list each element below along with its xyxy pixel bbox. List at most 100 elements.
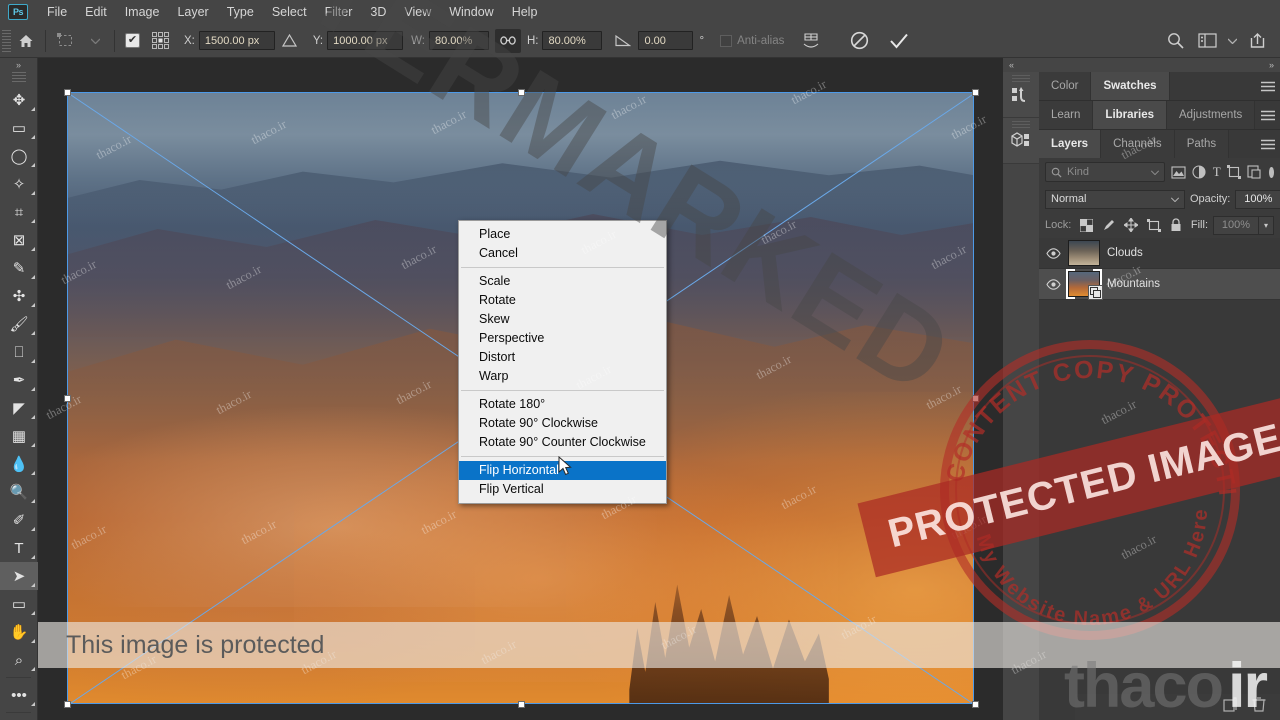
commit-transform-icon[interactable] — [884, 28, 914, 54]
context-menu-item-flip-vertical[interactable]: Flip Vertical — [459, 480, 666, 499]
collapse-to-icons-icon[interactable]: « — [1009, 60, 1014, 70]
zoom-tool[interactable]: ⌕ — [0, 646, 38, 674]
edit-toolbar-tool[interactable]: ••• — [0, 681, 38, 709]
lasso-tool[interactable]: ◯ — [0, 142, 38, 170]
cancel-transform-icon[interactable] — [844, 28, 874, 54]
blend-mode-select[interactable]: Normal — [1045, 189, 1185, 209]
smart-object-filter-icon[interactable] — [1247, 162, 1261, 182]
reference-point-grid-icon[interactable] — [146, 28, 176, 54]
toolbar-grip[interactable] — [11, 72, 26, 84]
layer-filter-kind-select[interactable]: Kind — [1045, 162, 1165, 182]
clone-stamp-tool[interactable]: ⎕ — [0, 338, 38, 366]
panel-grip[interactable] — [1012, 121, 1030, 128]
warp-toggle-icon[interactable] — [796, 28, 826, 54]
crop-tool[interactable]: ⌗ — [0, 198, 38, 226]
pixel-layer-filter-icon[interactable] — [1171, 162, 1186, 182]
shape-layer-filter-icon[interactable] — [1227, 162, 1242, 182]
menu-item-view[interactable]: View — [395, 2, 440, 22]
menu-item-help[interactable]: Help — [503, 2, 547, 22]
expand-panels-icon[interactable]: » — [1269, 60, 1274, 70]
brush-tool[interactable]: 🖌 — [0, 310, 38, 338]
filter-enable-toggle[interactable] — [1269, 166, 1274, 178]
layer-row[interactable]: Clouds — [1039, 238, 1280, 269]
frame-tool[interactable]: ⊠ — [0, 226, 38, 254]
pen-tool[interactable]: ✐ — [0, 506, 38, 534]
search-icon[interactable] — [1160, 28, 1190, 54]
h-input[interactable]: 80.00% — [542, 31, 603, 50]
relative-position-icon[interactable] — [275, 28, 305, 54]
path-selection-tool[interactable]: ➤ — [0, 562, 38, 590]
y-input[interactable]: 1000.00 px — [327, 31, 404, 50]
context-menu-item-rotate-90-clockwise[interactable]: Rotate 90° Clockwise — [459, 414, 666, 433]
menu-item-layer[interactable]: Layer — [168, 2, 217, 22]
tab-swatches[interactable]: Swatches — [1091, 72, 1170, 100]
context-menu-item-cancel[interactable]: Cancel — [459, 244, 666, 263]
workspace-switcher-icon[interactable] — [1192, 28, 1222, 54]
type-tool[interactable]: T — [0, 534, 38, 562]
dodge-tool[interactable]: 🔍 — [0, 478, 38, 506]
panel-menu-icon[interactable] — [1256, 130, 1280, 158]
quick-mask-icon[interactable] — [0, 716, 38, 720]
context-menu-item-distort[interactable]: Distort — [459, 348, 666, 367]
fill-value[interactable]: 100% — [1213, 215, 1259, 235]
lock-transparent-pixels-icon[interactable] — [1078, 217, 1094, 233]
lock-position-icon[interactable] — [1123, 217, 1139, 233]
layer-thumbnail[interactable] — [1068, 240, 1100, 266]
adjustment-layer-filter-icon[interactable] — [1192, 162, 1206, 182]
fill-chevron-down-icon[interactable]: ▾ — [1259, 215, 1274, 235]
link-aspect-ratio-icon[interactable] — [494, 28, 521, 53]
move-tool[interactable]: ✥ — [0, 86, 38, 114]
blur-tool[interactable]: 💧 — [0, 450, 38, 478]
tool-preset-caret-icon[interactable] — [80, 28, 110, 54]
eraser-tool[interactable]: ◤ — [0, 394, 38, 422]
menu-item-window[interactable]: Window — [440, 2, 502, 22]
eyedropper-tool[interactable]: ✎ — [0, 254, 38, 282]
context-menu-item-skew[interactable]: Skew — [459, 310, 666, 329]
menu-item-select[interactable]: Select — [263, 2, 316, 22]
panel-menu-icon[interactable] — [1256, 101, 1280, 129]
menu-item-3d[interactable]: 3D — [361, 2, 395, 22]
home-icon[interactable] — [11, 28, 41, 54]
context-menu-item-scale[interactable]: Scale — [459, 272, 666, 291]
spot-healing-brush-tool[interactable]: ✣ — [0, 282, 38, 310]
layer-thumbnail[interactable] — [1066, 269, 1103, 300]
lock-image-pixels-icon[interactable] — [1101, 217, 1117, 233]
lock-all-icon[interactable] — [1168, 217, 1184, 233]
panel-grip[interactable] — [1012, 75, 1030, 82]
gradient-tool[interactable]: ▦ — [0, 422, 38, 450]
history-brush-tool[interactable]: ✒ — [0, 366, 38, 394]
share-icon[interactable] — [1242, 28, 1272, 54]
reference-point-toggle[interactable]: ✔ — [125, 33, 140, 48]
eye-visible-icon[interactable] — [1045, 278, 1061, 290]
toggle-reference-point-checkbox[interactable]: ✔ — [125, 33, 140, 48]
tab-layers[interactable]: Layers — [1039, 130, 1102, 158]
lock-artboard-nesting-icon[interactable] — [1146, 217, 1162, 233]
context-menu-item-warp[interactable]: Warp — [459, 367, 666, 386]
context-menu-item-place[interactable]: Place — [459, 225, 666, 244]
x-input[interactable]: 1500.00 px — [198, 31, 275, 50]
menu-item-filter[interactable]: Filter — [316, 2, 362, 22]
rectangular-marquee-tool[interactable]: ▭ — [0, 114, 38, 142]
w-input[interactable]: 80.00% — [428, 31, 489, 50]
tab-channels[interactable]: Channels — [1101, 130, 1175, 158]
context-menu-item-rotate[interactable]: Rotate — [459, 291, 666, 310]
antialias-option[interactable]: Anti-alias — [720, 34, 784, 47]
tab-adjustments[interactable]: Adjustments — [1167, 101, 1256, 129]
type-layer-filter-icon[interactable]: T — [1212, 162, 1221, 182]
chevron-down-icon[interactable] — [1224, 28, 1240, 54]
tab-learn[interactable]: Learn — [1039, 101, 1094, 129]
free-transform-icon[interactable] — [50, 28, 80, 54]
eye-visible-icon[interactable] — [1045, 247, 1061, 259]
tab-paths[interactable]: Paths — [1174, 130, 1230, 158]
tab-libraries[interactable]: Libraries — [1093, 101, 1167, 129]
context-menu-item-rotate-180[interactable]: Rotate 180° — [459, 395, 666, 414]
menu-item-type[interactable]: Type — [218, 2, 263, 22]
menu-item-edit[interactable]: Edit — [76, 2, 116, 22]
panel-menu-icon[interactable] — [1256, 72, 1280, 100]
rectangle-tool[interactable]: ▭ — [0, 590, 38, 618]
chevron-down-icon[interactable] — [1171, 196, 1179, 202]
menu-item-file[interactable]: File — [38, 2, 76, 22]
context-menu-item-rotate-90-counter-clockwise[interactable]: Rotate 90° Counter Clockwise — [459, 433, 666, 452]
antialias-checkbox[interactable] — [720, 34, 733, 47]
hand-tool[interactable]: ✋ — [0, 618, 38, 646]
